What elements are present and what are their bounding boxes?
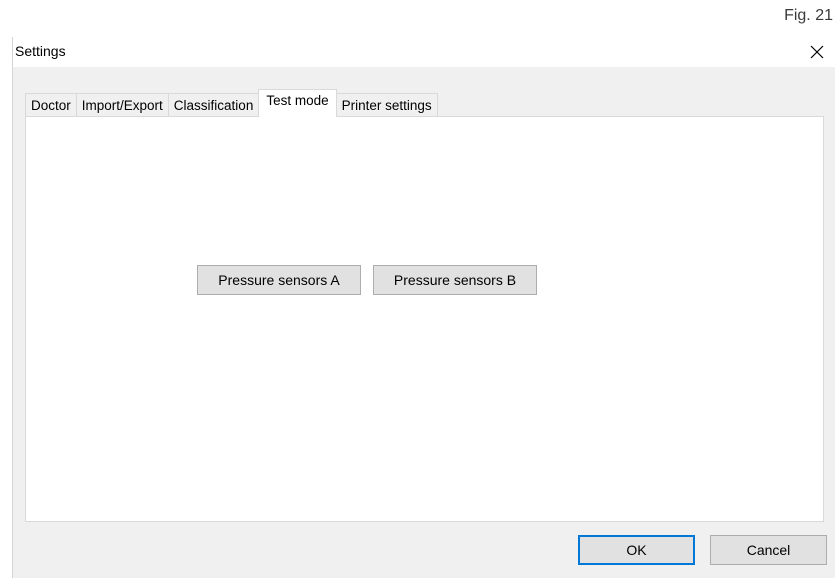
page: Fig. 21 Settings Doctor Import/Export Cl… <box>0 0 837 582</box>
pressure-sensors-b-button[interactable]: Pressure sensors B <box>373 265 537 295</box>
close-button[interactable] <box>799 37 835 67</box>
tab-bar: Doctor Import/Export Classification Test… <box>25 89 438 117</box>
title-bar: Settings <box>13 37 835 67</box>
pressure-sensors-a-button[interactable]: Pressure sensors A <box>197 265 361 295</box>
tab-label: Test mode <box>266 93 329 108</box>
tab-label: Import/Export <box>81 98 163 113</box>
close-icon <box>810 45 824 59</box>
test-mode-panel: Pressure sensors A Pressure sensors B <box>25 116 824 522</box>
settings-dialog: Settings Doctor Import/Export Classifica… <box>12 37 835 578</box>
figure-label: Fig. 21 <box>784 7 833 24</box>
tab-import-export[interactable]: Import/Export <box>75 93 169 117</box>
tab-label: Printer settings <box>341 98 432 113</box>
tab-classification[interactable]: Classification <box>167 93 260 117</box>
ok-button[interactable]: OK <box>578 535 695 565</box>
tab-test-mode[interactable]: Test mode <box>258 89 337 117</box>
dialog-title: Settings <box>15 43 66 59</box>
tab-doctor[interactable]: Doctor <box>25 93 77 117</box>
tab-label: Doctor <box>31 98 71 113</box>
tab-label: Classification <box>173 98 254 113</box>
cancel-button[interactable]: Cancel <box>710 535 827 565</box>
tab-printer-settings[interactable]: Printer settings <box>335 93 438 117</box>
